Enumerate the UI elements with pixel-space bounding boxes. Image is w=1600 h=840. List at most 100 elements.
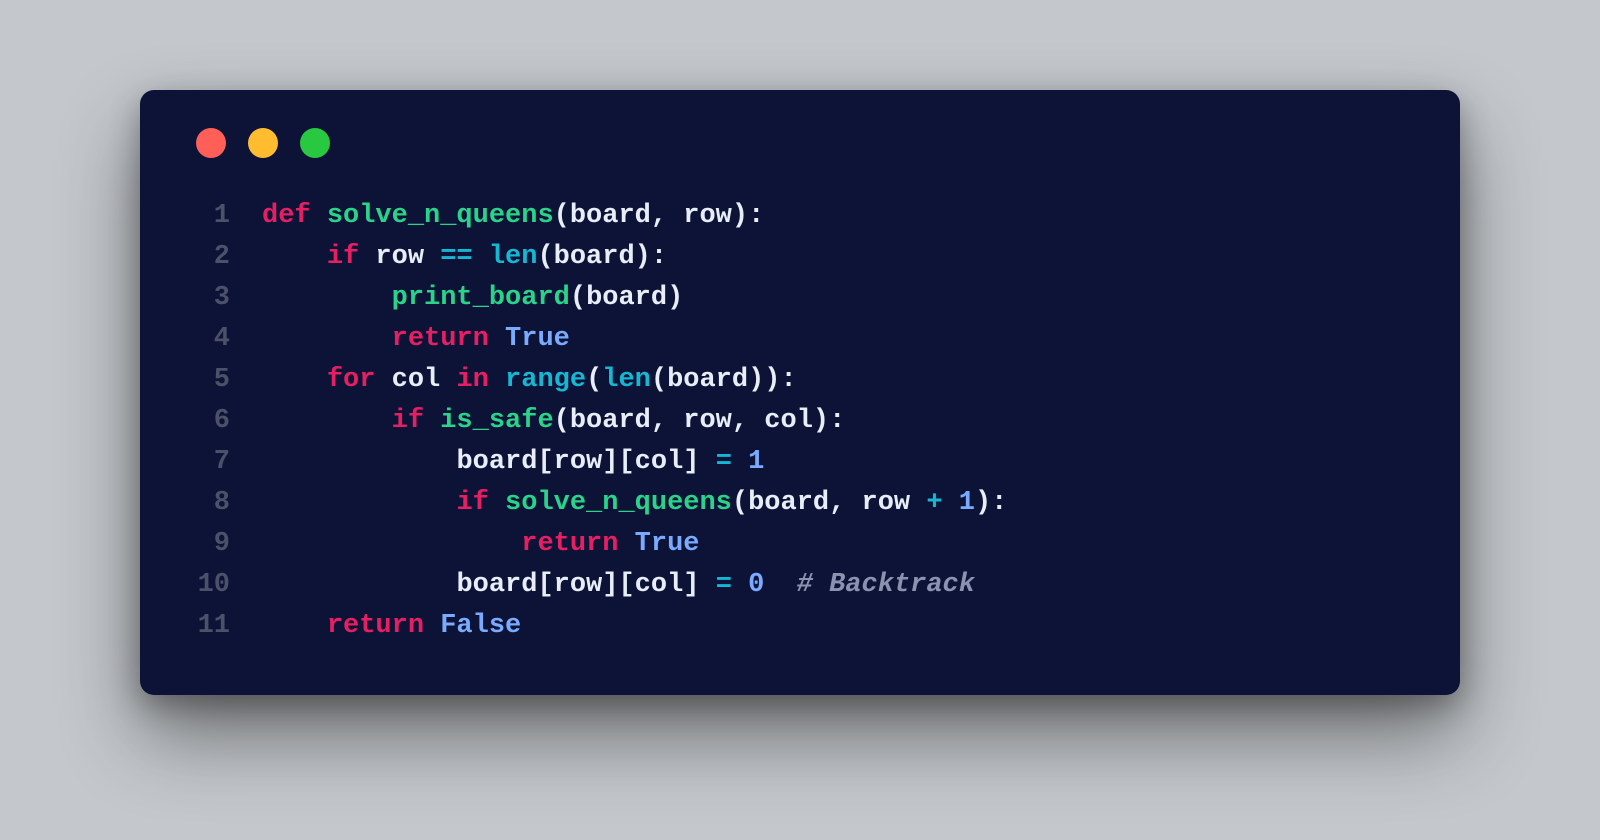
token-builtin: len [489, 242, 538, 272]
token-punc [262, 488, 456, 518]
token-punc: ): [813, 406, 845, 436]
token-punc: ( [554, 406, 570, 436]
token-builtin: range [505, 365, 586, 395]
token-punc [262, 365, 327, 395]
token-punc: ( [732, 488, 748, 518]
token-num: 1 [959, 488, 975, 518]
token-bool: True [635, 529, 700, 559]
line-number: 6 [188, 401, 262, 442]
token-kw: return [521, 529, 634, 559]
traffic-lights [196, 128, 1412, 158]
line-content: board[row][col] = 1 [262, 442, 1412, 483]
token-kw: in [456, 365, 505, 395]
token-op: + [926, 488, 958, 518]
token-punc: ( [586, 365, 602, 395]
token-kw: if [327, 242, 376, 272]
token-punc: ( [570, 283, 586, 313]
code-line: 1def solve_n_queens(board, row): [188, 196, 1412, 237]
token-kw: for [327, 365, 392, 395]
token-punc [262, 406, 392, 436]
line-content: def solve_n_queens(board, row): [262, 196, 1412, 237]
token-punc: , [651, 201, 683, 231]
token-bool: False [440, 611, 521, 641]
token-punc: , [732, 406, 764, 436]
token-punc: ): [975, 488, 1007, 518]
token-punc [262, 324, 392, 354]
code-line: 2 if row == len(board): [188, 237, 1412, 278]
token-fn: solve_n_queens [505, 488, 732, 518]
line-content: return False [262, 606, 1412, 647]
token-num: 1 [748, 447, 764, 477]
token-op: = [716, 447, 748, 477]
token-punc: [ [537, 447, 553, 477]
token-punc [262, 242, 327, 272]
token-id: row [375, 242, 440, 272]
token-id: board [748, 488, 829, 518]
line-number: 5 [188, 360, 262, 401]
line-number: 4 [188, 319, 262, 360]
token-id: row [683, 201, 732, 231]
token-id: col [635, 447, 684, 477]
code-line: 4 return True [188, 319, 1412, 360]
token-id: board [667, 365, 748, 395]
line-content: for col in range(len(board)): [262, 360, 1412, 401]
token-id: col [764, 406, 813, 436]
line-content: board[row][col] = 0 # Backtrack [262, 565, 1412, 606]
token-punc: ][ [602, 570, 634, 600]
line-content: return True [262, 524, 1412, 565]
token-punc: ] [683, 447, 715, 477]
token-kw: return [392, 324, 505, 354]
token-punc [262, 611, 327, 641]
token-punc: ): [635, 242, 667, 272]
token-punc [262, 283, 392, 313]
code-line: 7 board[row][col] = 1 [188, 442, 1412, 483]
token-punc [262, 447, 456, 477]
line-content: if is_safe(board, row, col): [262, 401, 1412, 442]
code-block: 1def solve_n_queens(board, row):2 if row… [188, 196, 1412, 647]
minimize-icon[interactable] [248, 128, 278, 158]
token-id: row [554, 447, 603, 477]
token-op: == [440, 242, 489, 272]
line-number: 1 [188, 196, 262, 237]
token-id: board [554, 242, 635, 272]
token-id: col [635, 570, 684, 600]
token-id: board [456, 447, 537, 477]
zoom-icon[interactable] [300, 128, 330, 158]
code-line: 6 if is_safe(board, row, col): [188, 401, 1412, 442]
token-punc: ): [732, 201, 764, 231]
line-content: if row == len(board): [262, 237, 1412, 278]
close-icon[interactable] [196, 128, 226, 158]
token-id: board [586, 283, 667, 313]
line-content: print_board(board) [262, 278, 1412, 319]
token-punc [764, 570, 796, 600]
line-number: 7 [188, 442, 262, 483]
token-punc: ][ [602, 447, 634, 477]
token-fn: print_board [392, 283, 570, 313]
token-punc [262, 529, 521, 559]
line-number: 8 [188, 483, 262, 524]
token-id: row [683, 406, 732, 436]
token-punc: ( [651, 365, 667, 395]
token-id: row [554, 570, 603, 600]
token-num: 0 [748, 570, 764, 600]
code-line: 5 for col in range(len(board)): [188, 360, 1412, 401]
token-punc: )): [748, 365, 797, 395]
line-number: 10 [188, 565, 262, 606]
token-id: col [392, 365, 457, 395]
token-punc: ] [683, 570, 715, 600]
token-kw: return [327, 611, 440, 641]
token-id: board [570, 201, 651, 231]
token-punc: ( [537, 242, 553, 272]
line-number: 2 [188, 237, 262, 278]
token-id: board [570, 406, 651, 436]
token-fn: is_safe [440, 406, 553, 436]
line-content: return True [262, 319, 1412, 360]
token-id: row [862, 488, 927, 518]
token-punc: ( [554, 201, 570, 231]
code-line: 8 if solve_n_queens(board, row + 1): [188, 483, 1412, 524]
token-fn: solve_n_queens [327, 201, 554, 231]
token-builtin: len [602, 365, 651, 395]
token-comment: # Backtrack [797, 570, 975, 600]
token-punc: ) [667, 283, 683, 313]
token-op: = [716, 570, 748, 600]
